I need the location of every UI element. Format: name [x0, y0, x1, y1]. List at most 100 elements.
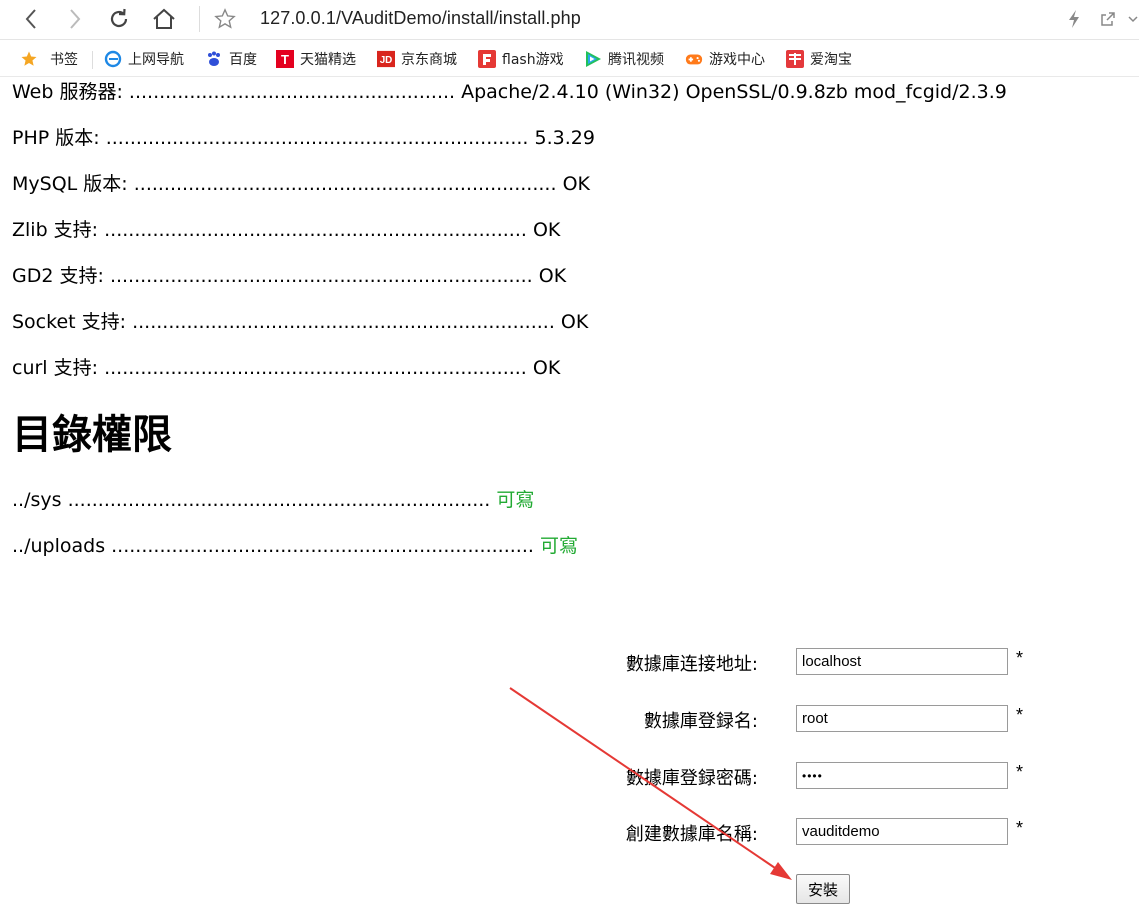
bookmark-label: 百度 — [229, 52, 257, 68]
flash-game-icon — [478, 50, 496, 68]
baidu-paw-icon — [205, 50, 223, 68]
share-button[interactable] — [1098, 8, 1118, 30]
ie-icon — [104, 50, 122, 68]
taobao-icon — [786, 50, 804, 68]
check-label: GD2 支持: — [12, 265, 104, 287]
bookmark-item-tencent-video[interactable]: 腾讯视频 — [584, 49, 664, 69]
svg-text:T: T — [281, 52, 289, 67]
check-dots: ........................................… — [133, 173, 557, 195]
menu-chevron-button[interactable] — [1126, 8, 1139, 30]
bookmarks-divider — [92, 51, 93, 69]
env-check-mysql-version: MySQL 版本: ..............................… — [12, 170, 590, 198]
check-value: OK — [532, 357, 561, 379]
section-title-directory-permissions: 目錄權限 — [12, 412, 172, 458]
gamepad-icon — [685, 50, 703, 68]
check-value: OK — [538, 265, 567, 287]
bookmarks-bar: 书签 上网导航 百度 T 天猫精选 JD 京东商城 flash游戏 腾讯视频 游… — [0, 41, 1139, 77]
db-password-label: 數據庫登録密碼: — [625, 768, 758, 789]
chevron-right-icon — [70, 9, 81, 29]
bookmark-label: 天猫精选 — [300, 52, 356, 68]
bookmark-label: 游戏中心 — [709, 52, 765, 68]
bookmark-item-game-center[interactable]: 游戏中心 — [685, 49, 765, 69]
back-button[interactable] — [16, 5, 46, 33]
env-check-zlib: Zlib 支持: ...............................… — [12, 216, 560, 244]
bookmark-item-flash[interactable]: flash游戏 — [478, 49, 564, 69]
bookmark-label: 京东商城 — [401, 52, 457, 68]
check-value: OK — [532, 219, 561, 241]
bookmark-label: 书签 — [50, 52, 78, 68]
bookmark-item-jd[interactable]: JD 京东商城 — [377, 49, 457, 69]
bookmark-label: flash游戏 — [502, 52, 564, 68]
bookmark-item-taobao[interactable]: 爱淘宝 — [786, 49, 852, 69]
install-button[interactable]: 安裝 — [796, 874, 850, 904]
env-check-php-version: PHP 版本: ................................… — [12, 124, 595, 152]
bookmark-label: 上网导航 — [128, 52, 184, 68]
home-button[interactable] — [149, 5, 179, 33]
dir-status: 可寫 — [496, 489, 535, 511]
check-label: curl 支持: — [12, 357, 99, 379]
reload-button[interactable] — [104, 5, 134, 33]
dir-check-sys: ../sys .................................… — [12, 486, 534, 514]
env-check-web-server: Web 服務器: ...............................… — [12, 78, 1007, 106]
check-dots: ........................................… — [105, 127, 529, 149]
env-check-gd2: GD2 支持: ................................… — [12, 262, 566, 290]
dir-status: 可寫 — [539, 535, 578, 557]
check-value: OK — [560, 311, 589, 333]
check-value: OK — [562, 173, 590, 195]
reload-icon — [110, 8, 128, 28]
check-dots: ........................................… — [104, 357, 527, 379]
bookmark-item-tmall[interactable]: T 天猫精选 — [276, 49, 356, 69]
check-dots: ........................................… — [128, 81, 456, 103]
env-check-socket: Socket 支持: .............................… — [12, 308, 588, 336]
lightning-icon — [1069, 10, 1079, 28]
toolbar-divider — [199, 6, 200, 32]
chevron-left-icon — [25, 9, 36, 29]
bookmark-item-baidu[interactable]: 百度 — [205, 49, 257, 69]
check-label: Zlib 支持: — [12, 219, 99, 241]
svg-text:JD: JD — [380, 55, 393, 66]
check-dots: ........................................… — [109, 265, 533, 287]
share-icon — [1101, 12, 1115, 26]
check-dots: ........................................… — [132, 311, 555, 333]
env-check-curl: curl 支持: ...............................… — [12, 354, 560, 382]
check-dots: ........................................… — [104, 219, 527, 241]
db-host-input[interactable] — [796, 648, 1008, 675]
browser-toolbar: 127.0.0.1/VAuditDemo/install/install.php — [0, 0, 1139, 40]
star-icon — [20, 50, 38, 68]
dir-check-uploads: ../uploads .............................… — [12, 532, 578, 560]
db-user-input[interactable] — [796, 705, 1008, 732]
bookmark-star-button[interactable] — [212, 6, 238, 32]
bookmark-label: 爱淘宝 — [810, 52, 852, 68]
dir-label: ../uploads — [12, 535, 106, 557]
db-name-label: 創建數據庫名稱: — [625, 824, 758, 845]
required-marker: * — [1016, 762, 1024, 782]
db-password-input[interactable] — [796, 762, 1008, 789]
required-marker: * — [1016, 648, 1024, 668]
address-bar[interactable]: 127.0.0.1/VAuditDemo/install/install.php — [260, 8, 581, 29]
chevron-down-icon — [1127, 16, 1138, 23]
bookmark-label: 腾讯视频 — [608, 52, 664, 68]
bookmark-item-bookmarks[interactable]: 书签 — [20, 49, 78, 69]
check-value: Apache/2.4.10 (Win32) OpenSSL/0.9.8zb mo… — [461, 81, 1007, 103]
check-label: Socket 支持: — [12, 311, 127, 333]
db-user-label: 數據庫登録名: — [643, 711, 758, 732]
lightning-button[interactable] — [1064, 8, 1084, 30]
check-label: PHP 版本: — [12, 127, 100, 149]
tencent-video-icon — [584, 50, 602, 68]
star-outline-icon — [214, 8, 236, 29]
tmall-icon: T — [276, 50, 294, 68]
db-host-label: 數據庫连接地址: — [625, 654, 758, 675]
jd-icon: JD — [377, 50, 395, 68]
dir-label: ../sys — [12, 489, 62, 511]
forward-button[interactable] — [60, 5, 90, 33]
bookmark-item-nav[interactable]: 上网导航 — [104, 49, 184, 69]
db-name-input[interactable] — [796, 818, 1008, 845]
dir-dots: ........................................… — [111, 535, 534, 557]
required-marker: * — [1016, 705, 1024, 725]
check-label: Web 服務器: — [12, 81, 123, 103]
required-marker: * — [1016, 818, 1024, 838]
dir-dots: ........................................… — [67, 489, 491, 511]
check-value: 5.3.29 — [534, 127, 595, 149]
check-label: MySQL 版本: — [12, 173, 128, 195]
home-icon — [153, 8, 175, 29]
